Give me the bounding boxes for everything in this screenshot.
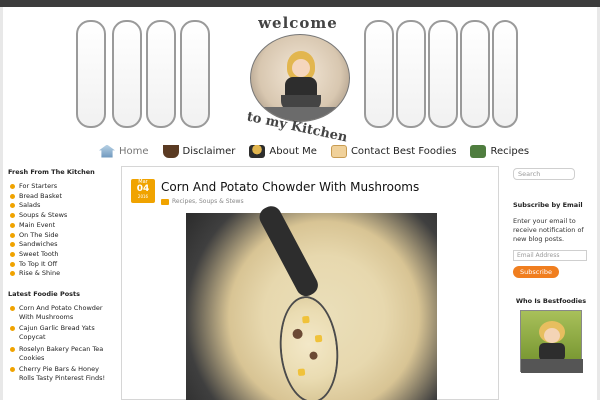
nav-item-home[interactable]: Home	[99, 144, 149, 158]
post-link[interactable]: Roselyn Bakery Pecan Tea Cookies	[8, 345, 113, 362]
house-icon	[99, 144, 115, 158]
nav-label-home: Home	[119, 145, 149, 157]
folder-icon	[161, 198, 169, 205]
email-field[interactable]: Email Address	[513, 250, 587, 261]
category-link[interactable]: To Top It Off	[8, 260, 113, 269]
category-link[interactable]: Sandwiches	[8, 240, 113, 249]
post-image[interactable]	[186, 202, 437, 400]
post-meta: Recipes, Soups & Stews	[161, 198, 244, 205]
post-link[interactable]: Cherry Pie Bars & Honey Rolls Tasty Pint…	[8, 365, 113, 382]
nav-label-about: About Me	[269, 145, 317, 157]
recipe-book-icon	[470, 144, 487, 158]
category-link[interactable]: Main Event	[8, 221, 113, 230]
letter-d	[460, 20, 490, 128]
nav-label-contact: Contact Best Foodies	[350, 145, 457, 157]
welcome-text: welcome	[258, 14, 338, 32]
latest-posts-list: Corn And Potato Chowder With Mushrooms C…	[8, 304, 113, 383]
category-list: For Starters Bread Basket Salads Soups &…	[8, 182, 113, 278]
right-sidebar: Search Subscribe by Email Enter your ema…	[510, 168, 592, 373]
coffee-cup-icon	[162, 144, 179, 158]
corn-kernel	[302, 315, 310, 324]
letter-f	[364, 20, 394, 128]
nav-item-disclaimer[interactable]: Disclaimer	[162, 144, 236, 158]
date-day: 04	[136, 184, 150, 194]
chef-icon	[249, 144, 266, 158]
corn-kernel	[297, 368, 306, 377]
post-link[interactable]: Cajun Garlic Bread Yats Copycat	[8, 324, 113, 341]
date-year: 2016	[137, 194, 149, 199]
ladle-bowl	[277, 295, 341, 400]
post-title[interactable]: Corn And Potato Chowder With Mushrooms	[161, 180, 419, 194]
letter-o2	[428, 20, 458, 128]
category-link[interactable]: For Starters	[8, 182, 113, 191]
mushroom-chunk	[292, 328, 304, 340]
subscribe-button[interactable]: Subscribe	[513, 266, 559, 278]
main-post: Mar 04 2016 Corn And Potato Chowder With…	[121, 166, 499, 400]
nav-label-recipes: Recipes	[490, 145, 530, 157]
category-link[interactable]: Sweet Tooth	[8, 250, 113, 259]
rolling-pin-letter	[76, 20, 106, 128]
mushroom-chunk	[309, 351, 318, 360]
main-navigation: Home Disclaimer About Me Contact Best Fo…	[99, 140, 529, 162]
kitchen-illustration	[250, 34, 350, 122]
category-link[interactable]: Rise & Shine	[8, 269, 113, 278]
post-categories[interactable]: Recipes, Soups & Stews	[172, 198, 244, 205]
nav-item-contact[interactable]: Contact Best Foodies	[330, 144, 457, 158]
nav-item-recipes[interactable]: Recipes	[470, 144, 530, 158]
left-sidebar: Fresh From The Kitchen For Starters Brea…	[8, 168, 113, 395]
corn-kernel	[314, 334, 323, 343]
nav-item-about[interactable]: About Me	[249, 144, 317, 158]
subscribe-heading: Subscribe by Email	[513, 201, 583, 209]
categories-heading: Fresh From The Kitchen	[8, 168, 95, 176]
top-bar	[0, 0, 600, 7]
letter-s	[146, 20, 176, 128]
site-header-banner[interactable]: welcome to my Kitchen	[72, 12, 526, 145]
category-link[interactable]: Salads	[8, 201, 113, 210]
category-link[interactable]: Soups & Stews	[8, 211, 113, 220]
category-link[interactable]: Bread Basket	[8, 192, 113, 201]
subscribe-description: Enter your email to receive notification…	[513, 217, 584, 243]
letter-e	[112, 20, 142, 128]
post-date-badge: Mar 04 2016	[131, 179, 155, 203]
category-link[interactable]: On The Side	[8, 231, 113, 240]
envelope-icon	[330, 144, 347, 158]
letter-o	[396, 20, 426, 128]
ladle-handle	[256, 202, 322, 300]
search-input[interactable]: Search	[513, 168, 575, 180]
author-avatar[interactable]	[520, 310, 583, 373]
who-is-heading: Who Is Bestfoodies	[515, 297, 587, 305]
letter-s2	[492, 20, 518, 128]
nav-label-disclaimer: Disclaimer	[182, 145, 236, 157]
latest-posts-heading: Latest Foodie Posts	[8, 290, 81, 299]
letter-t	[180, 20, 210, 128]
post-link[interactable]: Corn And Potato Chowder With Mushrooms	[8, 304, 113, 321]
